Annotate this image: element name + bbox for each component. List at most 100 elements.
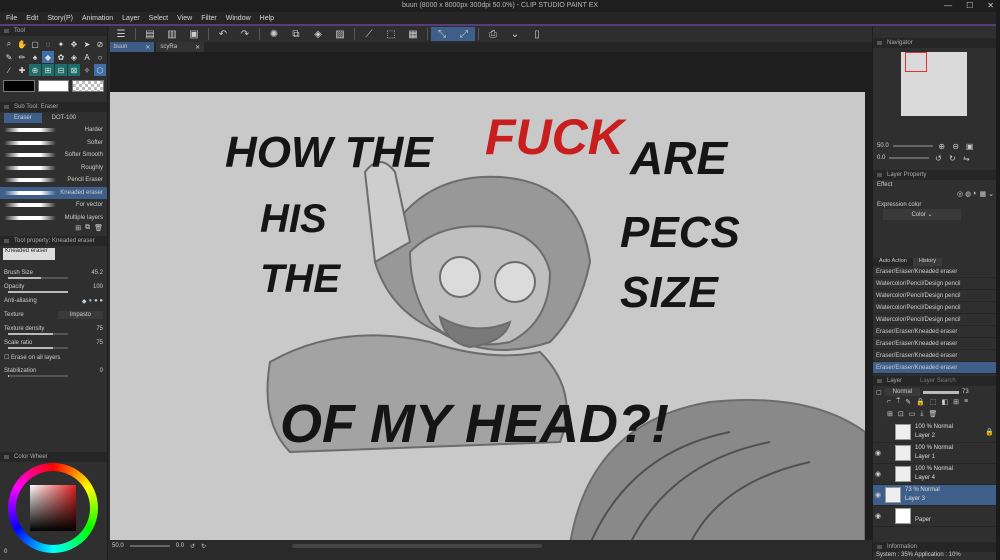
delete-layer-icon[interactable]: 🗑	[928, 410, 937, 422]
history-item[interactable]: Watercolor/Pencil/Design pencil	[873, 278, 1000, 290]
layer-row-selected[interactable]: ◉ 73 % Normal Layer 3	[873, 485, 1000, 506]
menu-animation[interactable]: Animation	[82, 15, 113, 22]
transform-icon[interactable]: ⧉	[285, 27, 307, 41]
menu-window[interactable]: Window	[226, 15, 251, 22]
new-folder-icon[interactable]: ▭	[909, 410, 916, 422]
layer-opacity-value[interactable]: 73	[962, 389, 969, 395]
undo-icon[interactable]: ↶	[212, 27, 234, 41]
menu-story[interactable]: Story(P)	[47, 15, 73, 22]
clear-icon[interactable]: ▨	[329, 27, 351, 41]
anti-aliasing-row[interactable]: Anti-aliasing ◆ ● ● ●	[0, 294, 107, 308]
layer-opacity-slider[interactable]	[923, 390, 960, 394]
lock-transparency-icon[interactable]: ⬚	[930, 398, 937, 410]
chevron-down-icon[interactable]: ⌄	[504, 27, 526, 41]
draft-icon[interactable]: ✎	[905, 398, 911, 410]
decoration-tool-icon[interactable]: ✿	[55, 51, 67, 63]
brush-item[interactable]: Multiple layers	[0, 212, 107, 225]
texture-density-slider[interactable]	[8, 333, 68, 335]
layer-menu-icon[interactable]: ≡	[964, 398, 968, 410]
frame-tool-icon[interactable]: ⊟	[55, 64, 67, 76]
maximize-icon[interactable]: ☐	[966, 0, 973, 12]
open-file-icon[interactable]: ▥	[161, 27, 183, 41]
nav-zoom-slider[interactable]	[892, 145, 933, 147]
color-wheel[interactable]	[8, 463, 98, 553]
main-color-swatch[interactable]	[3, 80, 35, 92]
angle-value[interactable]: 0.0	[176, 543, 184, 549]
redo-icon[interactable]: ↷	[234, 27, 256, 41]
blend-tool-icon[interactable]: ✚	[16, 64, 28, 76]
brush-size-slider[interactable]	[8, 277, 68, 279]
zoom-in-icon[interactable]: ⊕	[937, 141, 947, 151]
close-icon[interactable]: ✕	[987, 0, 994, 12]
brush-item[interactable]: Roughly	[0, 162, 107, 175]
lasso-tool-icon[interactable]: ◌	[42, 38, 54, 50]
pen-tool-icon[interactable]: ✎	[3, 51, 15, 63]
eraser-tool-icon[interactable]: ◆	[42, 51, 54, 63]
copy-subtool-icon[interactable]: ⧉	[85, 224, 90, 236]
history-item[interactable]: Watercolor/Pencil/Design pencil	[873, 302, 1000, 314]
snap-grid-icon[interactable]: ▦	[402, 27, 424, 41]
history-item[interactable]: Eraser/Eraser/Kneaded eraser	[873, 326, 1000, 338]
select-tool-icon[interactable]: ▢	[29, 38, 41, 50]
snap-special-ruler-icon[interactable]: ⬚	[380, 27, 402, 41]
expression-color-dropdown[interactable]: Color ⌄	[883, 209, 961, 220]
visibility-icon[interactable]: ◉	[873, 512, 883, 520]
pencil-tool-icon[interactable]: ✏	[16, 51, 28, 63]
menu-help[interactable]: Help	[260, 15, 274, 22]
reference-icon[interactable]: ⍑	[896, 398, 900, 410]
menu-hamburger-icon[interactable]: ☰	[110, 27, 132, 41]
stabilization-row[interactable]: Stabilization 0	[0, 364, 107, 378]
texture-density-value[interactable]: 75	[96, 326, 103, 332]
tab-scyra[interactable]: scyRa ✕	[156, 42, 205, 52]
menu-select[interactable]: Select	[149, 15, 168, 22]
device-icon[interactable]: ▯	[526, 27, 548, 41]
history-item[interactable]: Watercolor/Pencil/Design pencil	[873, 314, 1000, 326]
merge-down-icon[interactable]: ⤓	[920, 410, 923, 422]
layer-row-paper[interactable]: ◉ Paper	[873, 506, 1000, 527]
sub-color-swatch[interactable]	[37, 80, 70, 92]
effect-tone-icon[interactable]: ◍	[965, 190, 971, 198]
zoom-tool-icon[interactable]: ⌕	[3, 38, 15, 50]
zoom-level[interactable]: 50.0	[112, 543, 124, 549]
brush-size-value[interactable]: 45.2	[91, 270, 103, 276]
scale-ratio-value[interactable]: 75	[96, 340, 103, 346]
brush-item[interactable]: Softer	[0, 137, 107, 150]
canvas-scrollbar[interactable]	[292, 544, 543, 548]
blend-mode-dropdown[interactable]: Normal	[884, 388, 921, 396]
stabilization-icon[interactable]: ⤡	[431, 27, 453, 41]
delete-subtool-icon[interactable]: 🗑	[94, 224, 103, 236]
print-icon[interactable]: ⎙	[482, 27, 504, 41]
scale-ratio-slider[interactable]	[8, 347, 68, 349]
opacity-row[interactable]: Opacity 100	[0, 280, 107, 294]
effect-menu-icon[interactable]: ⌄	[988, 190, 994, 198]
operation-tool-icon[interactable]: ➤	[81, 38, 93, 50]
mask-icon[interactable]: ◧	[942, 398, 949, 410]
layer-row[interactable]: ◉ 100 % Normal Layer 4	[873, 464, 1000, 485]
saturation-value-square[interactable]	[30, 485, 76, 531]
opacity-value[interactable]: 100	[93, 284, 103, 290]
brush-item-selected[interactable]: Kneaded eraser	[0, 186, 107, 199]
effect-border-icon[interactable]: ◎	[957, 190, 963, 198]
visibility-icon[interactable]: ◉	[873, 491, 883, 499]
effect-grid-icon[interactable]: ▦	[980, 190, 987, 198]
zoom-slider[interactable]	[129, 545, 170, 547]
object-tool-icon[interactable]: ⬡	[94, 64, 106, 76]
brush-item[interactable]: For vector	[0, 199, 107, 212]
minimize-icon[interactable]: —	[944, 0, 952, 12]
flip-icon[interactable]: ⇋	[961, 153, 971, 163]
fit-icon[interactable]: ▣	[965, 141, 975, 151]
clip-icon[interactable]: ⌐	[887, 398, 891, 410]
add-subtool-icon[interactable]: ⊞	[75, 224, 81, 236]
text-tool-icon[interactable]: A	[81, 51, 93, 63]
new-raster-layer-icon[interactable]: ⊞	[887, 410, 893, 422]
brush-size-row[interactable]: Brush Size 45.2	[0, 266, 107, 280]
rotate-right-icon[interactable]: ↻	[201, 543, 206, 550]
gradient-tool-icon[interactable]: ⊠	[68, 64, 80, 76]
rotate-right-icon[interactable]: ↻	[947, 153, 957, 163]
nav-zoom-value[interactable]: 50.0	[877, 143, 889, 149]
history-item[interactable]: Watercolor/Pencil/Design pencil	[873, 290, 1000, 302]
rotate-left-icon[interactable]: ↺	[190, 543, 195, 550]
menu-file[interactable]: File	[6, 15, 17, 22]
pen-pressure-icon[interactable]: ⤢	[453, 27, 475, 41]
visibility-icon[interactable]: ◉	[873, 449, 883, 457]
